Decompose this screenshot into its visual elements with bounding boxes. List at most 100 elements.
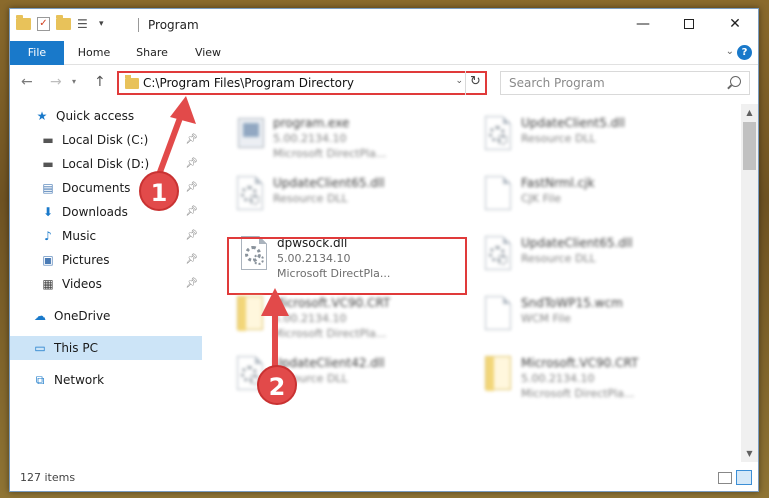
search-box[interactable]: Search Program	[500, 71, 750, 95]
sidebar-item-label: Videos	[62, 277, 102, 291]
sidebar-item-quick-access[interactable]: ★ Quick access	[10, 104, 202, 128]
help-icon[interactable]: ?	[737, 45, 752, 60]
scroll-up-icon[interactable]: ▲	[741, 104, 758, 121]
sidebar-item-label: Documents	[62, 181, 131, 195]
file-item[interactable]: UpdateClient5.dll Resource DLL	[471, 108, 707, 166]
pin-icon[interactable]: 📌︎	[185, 182, 198, 193]
refresh-button[interactable]: ↻	[465, 71, 485, 95]
scroll-thumb[interactable]	[743, 122, 756, 170]
back-arrow-icon[interactable]: ←	[21, 74, 33, 90]
file-item[interactable]: Microsoft.VC90.CRT 5.00.2134.10 Microsof…	[223, 288, 459, 346]
file-list: program.exe 5.00.2134.10 Microsoft Direc…	[215, 104, 740, 462]
pin-icon[interactable]: 📌︎	[185, 134, 198, 145]
sidebar-item-pictures[interactable]: ▣ Pictures 📌︎	[10, 248, 202, 272]
search-input[interactable]: Search Program	[509, 76, 605, 90]
sidebar-item-local-disk-d[interactable]: ▬ Local Disk (D:) 📌︎	[10, 152, 202, 176]
download-icon: ⬇	[42, 205, 54, 219]
file-name: Microsoft.VC90.CRT	[273, 296, 391, 310]
up-arrow-icon[interactable]: ↑	[94, 74, 106, 90]
music-icon: ♪	[44, 229, 52, 243]
sidebar-item-label: Quick access	[56, 109, 135, 123]
file-version: 5.00.2134.10	[273, 312, 347, 325]
file-description: Microsoft DirectPla...	[273, 327, 387, 340]
search-icon	[730, 76, 741, 87]
cloud-icon: ☁	[34, 309, 46, 323]
network-icon: ⧉	[35, 373, 45, 387]
maximize-icon	[684, 19, 694, 29]
sidebar-item-label: Local Disk (C:)	[62, 133, 149, 147]
file-item[interactable]: UpdateClient65.dll Resource DLL	[471, 228, 707, 286]
minimize-button[interactable]: —	[620, 9, 666, 41]
folder-doc-icon	[481, 356, 515, 398]
folder-icon	[125, 75, 139, 89]
sidebar-item-label: Local Disk (D:)	[62, 157, 150, 171]
tab-file[interactable]: File	[10, 41, 64, 65]
quick-access-toolbar: ✓ ☰ ▾	[16, 15, 104, 31]
tab-share[interactable]: Share	[130, 41, 174, 65]
navigation-bar: ← → ▾ ↑ C:\Program Files\Program Directo…	[10, 66, 758, 100]
dll-icon	[233, 176, 267, 218]
file-item[interactable]: program.exe 5.00.2134.10 Microsoft Direc…	[223, 108, 459, 166]
sidebar-item-local-disk-c[interactable]: ▬ Local Disk (C:) 📌︎	[10, 128, 202, 152]
file-version: 5.00.2134.10	[521, 372, 595, 385]
file-name: program.exe	[273, 116, 350, 130]
sidebar-item-label: OneDrive	[54, 309, 111, 323]
file-item[interactable]: Microsoft.VC90.CRT 5.00.2134.10 Microsof…	[471, 348, 707, 406]
pin-icon[interactable]: 📌︎	[185, 254, 198, 265]
address-path[interactable]: C:\Program Files\Program Directory	[143, 76, 354, 90]
scroll-down-icon[interactable]: ▼	[741, 445, 758, 462]
file-item[interactable]: UpdateClient65.dll Resource DLL	[223, 168, 459, 226]
dll-icon	[481, 116, 515, 158]
status-bar: 127 items	[10, 464, 758, 491]
details-view-icon[interactable]	[718, 472, 732, 484]
new-folder-icon[interactable]	[56, 15, 71, 30]
pin-icon[interactable]: 📌︎	[185, 206, 198, 217]
pin-icon[interactable]: 📌︎	[185, 278, 198, 289]
recent-locations-icon[interactable]: ▾	[72, 77, 76, 86]
title-bar: ✓ ☰ ▾ Program — ✕	[10, 9, 758, 41]
sidebar-item-this-pc[interactable]: ▭ This PC	[10, 336, 202, 360]
file-item[interactable]: FastNrml.cjk CJK File	[471, 168, 707, 226]
pin-icon[interactable]: 📌︎	[185, 230, 198, 241]
sidebar-item-label: Network	[54, 373, 105, 387]
chevron-down-icon[interactable]: ▾	[99, 19, 104, 29]
file-name: Microsoft.VC90.CRT	[521, 356, 639, 370]
file-version: 5.00.2134.10	[273, 132, 347, 145]
folder-icon[interactable]	[16, 15, 31, 30]
file-name: FastNrml.cjk	[521, 176, 595, 190]
folder-doc-icon	[233, 296, 267, 338]
sidebar-item-label: Music	[62, 229, 97, 243]
file-name: SndToWP15.wcm	[521, 296, 623, 310]
file-type: WCM File	[521, 312, 571, 325]
address-bar[interactable]: C:\Program Files\Program Directory ⌄ ↻	[117, 71, 487, 95]
step-marker-2: 2	[257, 365, 297, 405]
maximize-button[interactable]	[666, 9, 712, 41]
file-description: Microsoft DirectPla...	[521, 387, 635, 400]
vertical-scrollbar[interactable]: ▲ ▼	[741, 104, 758, 462]
file-icon	[481, 176, 515, 218]
tab-home[interactable]: Home	[72, 41, 116, 65]
ribbon-tabs: File Home Share View ⌄ ?	[10, 41, 758, 65]
sidebar-item-videos[interactable]: ▦ Videos 📌︎	[10, 272, 202, 296]
sidebar-item-music[interactable]: ♪ Music 📌︎	[10, 224, 202, 248]
step-marker-1: 1	[139, 171, 179, 211]
pin-icon[interactable]: 📌︎	[185, 158, 198, 169]
properties-check-icon[interactable]: ✓	[37, 17, 50, 31]
file-description: Microsoft DirectPla...	[273, 147, 387, 160]
sidebar-item-onedrive[interactable]: ☁ OneDrive	[10, 304, 202, 328]
chevron-down-icon[interactable]: ⌄	[455, 76, 463, 86]
highlight-box	[227, 237, 467, 295]
drive-icon: ▬	[42, 157, 54, 171]
tab-view[interactable]: View	[186, 41, 230, 65]
window-title: Program	[148, 18, 199, 32]
sidebar-item-label: This PC	[54, 341, 98, 355]
large-icons-view-icon[interactable]	[736, 470, 752, 485]
file-name: UpdateClient65.dll	[521, 236, 633, 250]
expand-ribbon-icon[interactable]: ⌄	[726, 46, 734, 57]
close-button[interactable]: ✕	[712, 9, 758, 41]
file-item[interactable]: SndToWP15.wcm WCM File	[471, 288, 707, 346]
sidebar-item-network[interactable]: ⧉ Network	[10, 368, 202, 392]
file-name: UpdateClient65.dll	[273, 176, 385, 190]
view-options-icon[interactable]: ☰	[77, 17, 93, 31]
forward-arrow-icon[interactable]: →	[50, 74, 62, 90]
